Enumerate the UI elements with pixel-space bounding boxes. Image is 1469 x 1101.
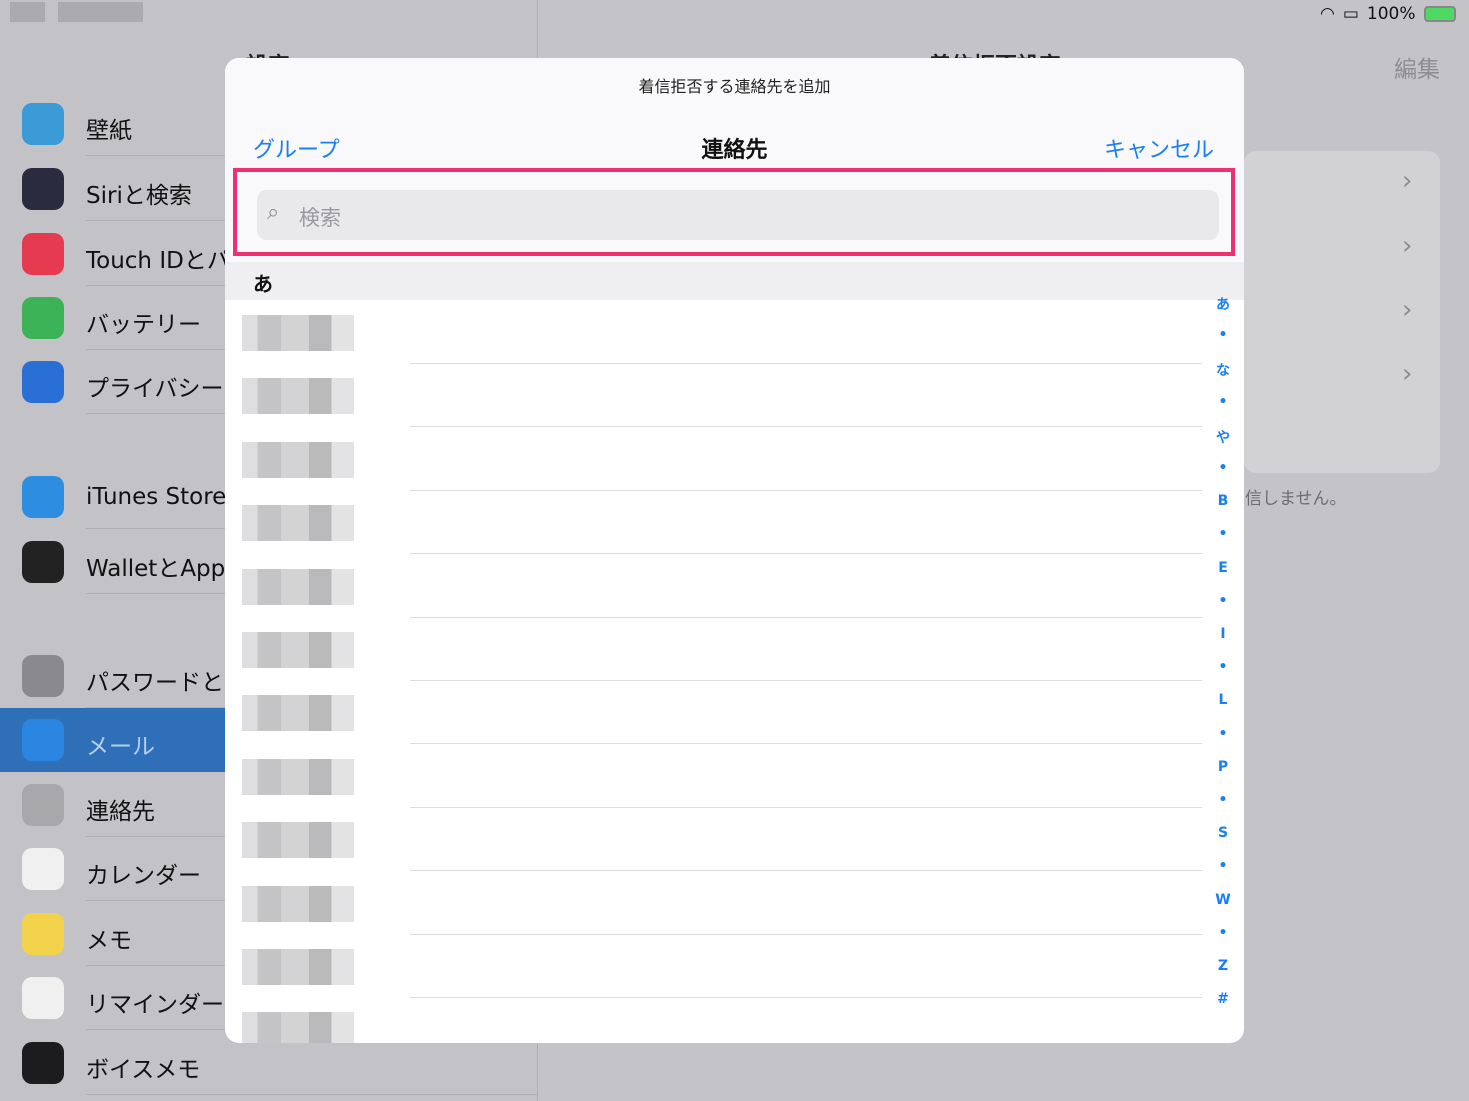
cancel-button[interactable]: キャンセル (1104, 132, 1214, 164)
index-letter[interactable]: Z (1210, 958, 1236, 974)
sidebar-item-label: Touch IDとパ (86, 248, 230, 274)
index-letter[interactable]: • (1210, 593, 1236, 609)
index-letter[interactable]: L (1210, 692, 1236, 708)
search-input[interactable]: ⌕ 検索 (257, 190, 1219, 240)
section-header: あ (225, 262, 1244, 300)
detail-footer: 信しません。 (1245, 489, 1347, 509)
sidebar-item-label: 連絡先 (86, 799, 155, 825)
contact-name-blurred (242, 378, 354, 415)
index-letter[interactable]: あ (1210, 294, 1236, 314)
contact-row[interactable] (242, 745, 1202, 808)
index-letter[interactable]: • (1210, 925, 1236, 941)
index-letter[interactable]: S (1210, 825, 1236, 841)
contact-row[interactable] (242, 998, 1202, 1043)
contact-name-blurred (242, 632, 354, 668)
calendar-icon (22, 848, 64, 890)
search-icon: ⌕ (267, 200, 280, 225)
wifi-icon: ◠ (1320, 4, 1335, 24)
section-label: あ (253, 272, 273, 296)
status-bar: ◠ ▭ 100% (1320, 4, 1456, 24)
sidebar-item-label: 壁紙 (86, 118, 132, 144)
index-letter[interactable]: • (1210, 460, 1236, 476)
chevron-right-icon: › (1402, 166, 1413, 196)
edit-button[interactable]: 編集 (1394, 50, 1440, 84)
contact-row[interactable] (242, 618, 1202, 681)
sidebar-item-label: パスワードと (86, 670, 224, 696)
search-placeholder: 検索 (299, 206, 341, 230)
index-letter[interactable]: P (1210, 759, 1236, 775)
contact-name-blurred (242, 758, 354, 795)
mail-icon (22, 719, 64, 761)
app-store-icon (22, 476, 64, 518)
contact-name-blurred (242, 505, 354, 542)
index-letter[interactable]: • (1210, 327, 1236, 343)
contact-name-blurred (242, 695, 354, 732)
sidebar-item-label: バッテリー (86, 312, 201, 338)
contacts-icon (22, 784, 64, 826)
index-letter[interactable]: • (1210, 394, 1236, 410)
contact-row[interactable] (242, 301, 1202, 364)
contact-row[interactable] (242, 681, 1202, 745)
sidebar-item-label: リマインダー (86, 992, 224, 1018)
contact-row[interactable] (242, 491, 1202, 555)
battery-charging-icon (1423, 6, 1456, 22)
airplay-icon: ▭ (1342, 4, 1359, 24)
modal-header: 着信拒否する連絡先を追加 グループ 連絡先 キャンセル ⌕ 検索 (225, 58, 1244, 262)
sidebar-item-label: ボイスメモ (86, 1057, 201, 1083)
index-letter[interactable]: • (1210, 726, 1236, 742)
sidebar-item-label: プライバシー (86, 376, 224, 402)
index-letter[interactable]: E (1210, 560, 1236, 576)
contact-row[interactable] (242, 935, 1202, 998)
index-letter[interactable]: • (1210, 659, 1236, 675)
fingerprint-icon (22, 233, 64, 275)
contact-row[interactable] (242, 872, 1202, 935)
chevron-right-icon: › (1402, 295, 1413, 325)
contact-name-blurred (242, 568, 354, 605)
battery-percent: 100% (1366, 4, 1416, 24)
contact-row[interactable] (242, 555, 1202, 618)
hand-icon (22, 361, 64, 403)
contact-name-blurred (242, 315, 354, 351)
sidebar-item-label: WalletとAppl (86, 556, 232, 582)
index-letter[interactable]: • (1210, 792, 1236, 808)
chevron-right-icon: › (1402, 359, 1413, 389)
modal-prompt: 着信拒否する連絡先を追加 (638, 77, 831, 96)
sidebar-item-label: Siriと検索 (86, 183, 192, 209)
search-highlight: ⌕ 検索 (233, 168, 1235, 256)
contact-row[interactable] (242, 428, 1202, 491)
voice-memo-icon (22, 1042, 64, 1084)
contact-row[interactable] (242, 808, 1202, 872)
contact-name-blurred (242, 885, 354, 922)
index-letter[interactable]: # (1210, 991, 1236, 1007)
index-letter[interactable]: • (1210, 526, 1236, 542)
index-letter[interactable]: W (1210, 892, 1236, 908)
notes-icon (22, 913, 64, 955)
add-blocked-contact-modal: 着信拒否する連絡先を追加 グループ 連絡先 キャンセル ⌕ 検索 あ あ • な • や… (225, 58, 1244, 1043)
sidebar-item-label: iTunes Store (86, 484, 227, 510)
key-icon (22, 655, 64, 697)
contact-row[interactable] (242, 364, 1202, 428)
sidebar-item-label: メモ (86, 928, 132, 954)
contact-name-blurred (242, 822, 354, 859)
index-letter[interactable]: や (1210, 427, 1236, 447)
divider (86, 1094, 538, 1095)
reminders-icon (22, 977, 64, 1019)
chevron-right-icon: › (1402, 231, 1413, 261)
sidebar-item-label: メール (86, 734, 155, 760)
modal-title: 連絡先 (701, 138, 768, 163)
index-letter[interactable]: • (1210, 858, 1236, 874)
index-letter[interactable]: な (1210, 360, 1236, 380)
date-blurred (58, 2, 143, 22)
index-letter[interactable]: I (1210, 626, 1236, 642)
wallet-icon (22, 541, 64, 583)
battery-icon (22, 297, 64, 339)
siri-icon (22, 168, 64, 210)
wallpaper-icon (22, 103, 64, 145)
index-letter[interactable]: B (1210, 493, 1236, 509)
sidebar-item-label: カレンダー (86, 863, 201, 889)
contact-name-blurred (242, 441, 354, 478)
time-blurred (10, 2, 45, 22)
contact-name-blurred (242, 1012, 354, 1043)
contact-name-blurred (242, 949, 354, 985)
